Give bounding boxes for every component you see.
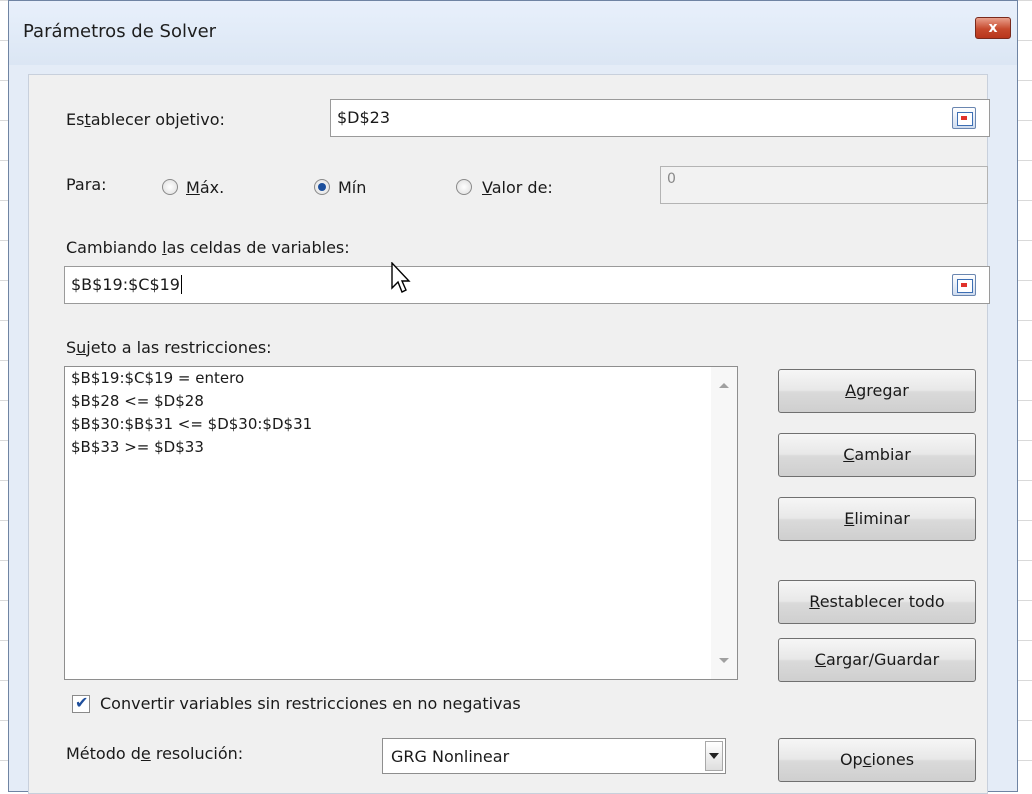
constraints-label: Sujeto a las restricciones: <box>66 338 272 357</box>
objective-input[interactable]: $D$23 <box>330 99 990 137</box>
mouse-cursor-icon <box>391 262 411 293</box>
list-item[interactable]: $B$30:$B$31 <= $D$30:$D$31 <box>65 413 737 436</box>
constraints-scrollbar[interactable] <box>711 367 737 679</box>
scroll-up-icon[interactable] <box>719 383 729 388</box>
variables-ref-button[interactable] <box>952 274 976 296</box>
valor-radio[interactable] <box>456 179 472 195</box>
opciones-button[interactable]: Opciones <box>778 738 976 782</box>
range-select-icon <box>957 279 973 293</box>
dropdown-arrow-icon[interactable] <box>705 741 723 771</box>
max-label: Máx. <box>186 178 225 197</box>
cambiar-button[interactable]: Cambiar <box>778 433 976 477</box>
range-select-icon <box>957 112 973 126</box>
max-radio[interactable] <box>162 179 178 195</box>
checkmark-icon: ✔ <box>75 693 89 712</box>
list-item[interactable]: $B$19:$C$19 = entero <box>65 367 737 390</box>
constraints-list[interactable]: $B$19:$C$19 = entero $B$28 <= $D$28 $B$3… <box>64 366 738 680</box>
list-item[interactable]: $B$33 >= $D$33 <box>65 436 737 459</box>
title-bar: Parámetros de Solver x <box>9 1 1017 65</box>
objective-ref-button[interactable] <box>952 107 976 129</box>
variables-input[interactable]: $B$19:$C$19 <box>64 266 990 304</box>
close-icon: x <box>988 20 998 36</box>
method-value: GRG Nonlinear <box>391 747 510 766</box>
para-label: Para: <box>66 175 107 194</box>
eliminar-button[interactable]: Eliminar <box>778 497 976 541</box>
list-item[interactable]: $B$28 <= $D$28 <box>65 390 737 413</box>
method-select[interactable]: GRG Nonlinear <box>382 738 726 774</box>
valor-label: Valor de: <box>482 178 553 197</box>
valor-input[interactable]: 0 <box>660 166 988 204</box>
restablecer-todo-button[interactable]: Restablecer todo <box>778 580 976 624</box>
objective-label: Establecer objetivo: <box>66 110 225 129</box>
cargar-guardar-button[interactable]: Cargar/Guardar <box>778 638 976 682</box>
min-radio[interactable] <box>314 179 330 195</box>
nonneg-label: Convertir variables sin restricciones en… <box>100 694 521 713</box>
close-button[interactable]: x <box>975 17 1011 39</box>
agregar-button[interactable]: Agregar <box>778 369 976 413</box>
min-label: Mín <box>338 178 367 197</box>
method-label: Método de resolución: <box>66 744 244 763</box>
variables-label: Cambiando las celdas de variables: <box>66 238 350 257</box>
nonneg-checkbox[interactable]: ✔ <box>72 693 90 713</box>
window-title: Parámetros de Solver <box>23 21 217 42</box>
scroll-down-icon[interactable] <box>719 658 729 663</box>
